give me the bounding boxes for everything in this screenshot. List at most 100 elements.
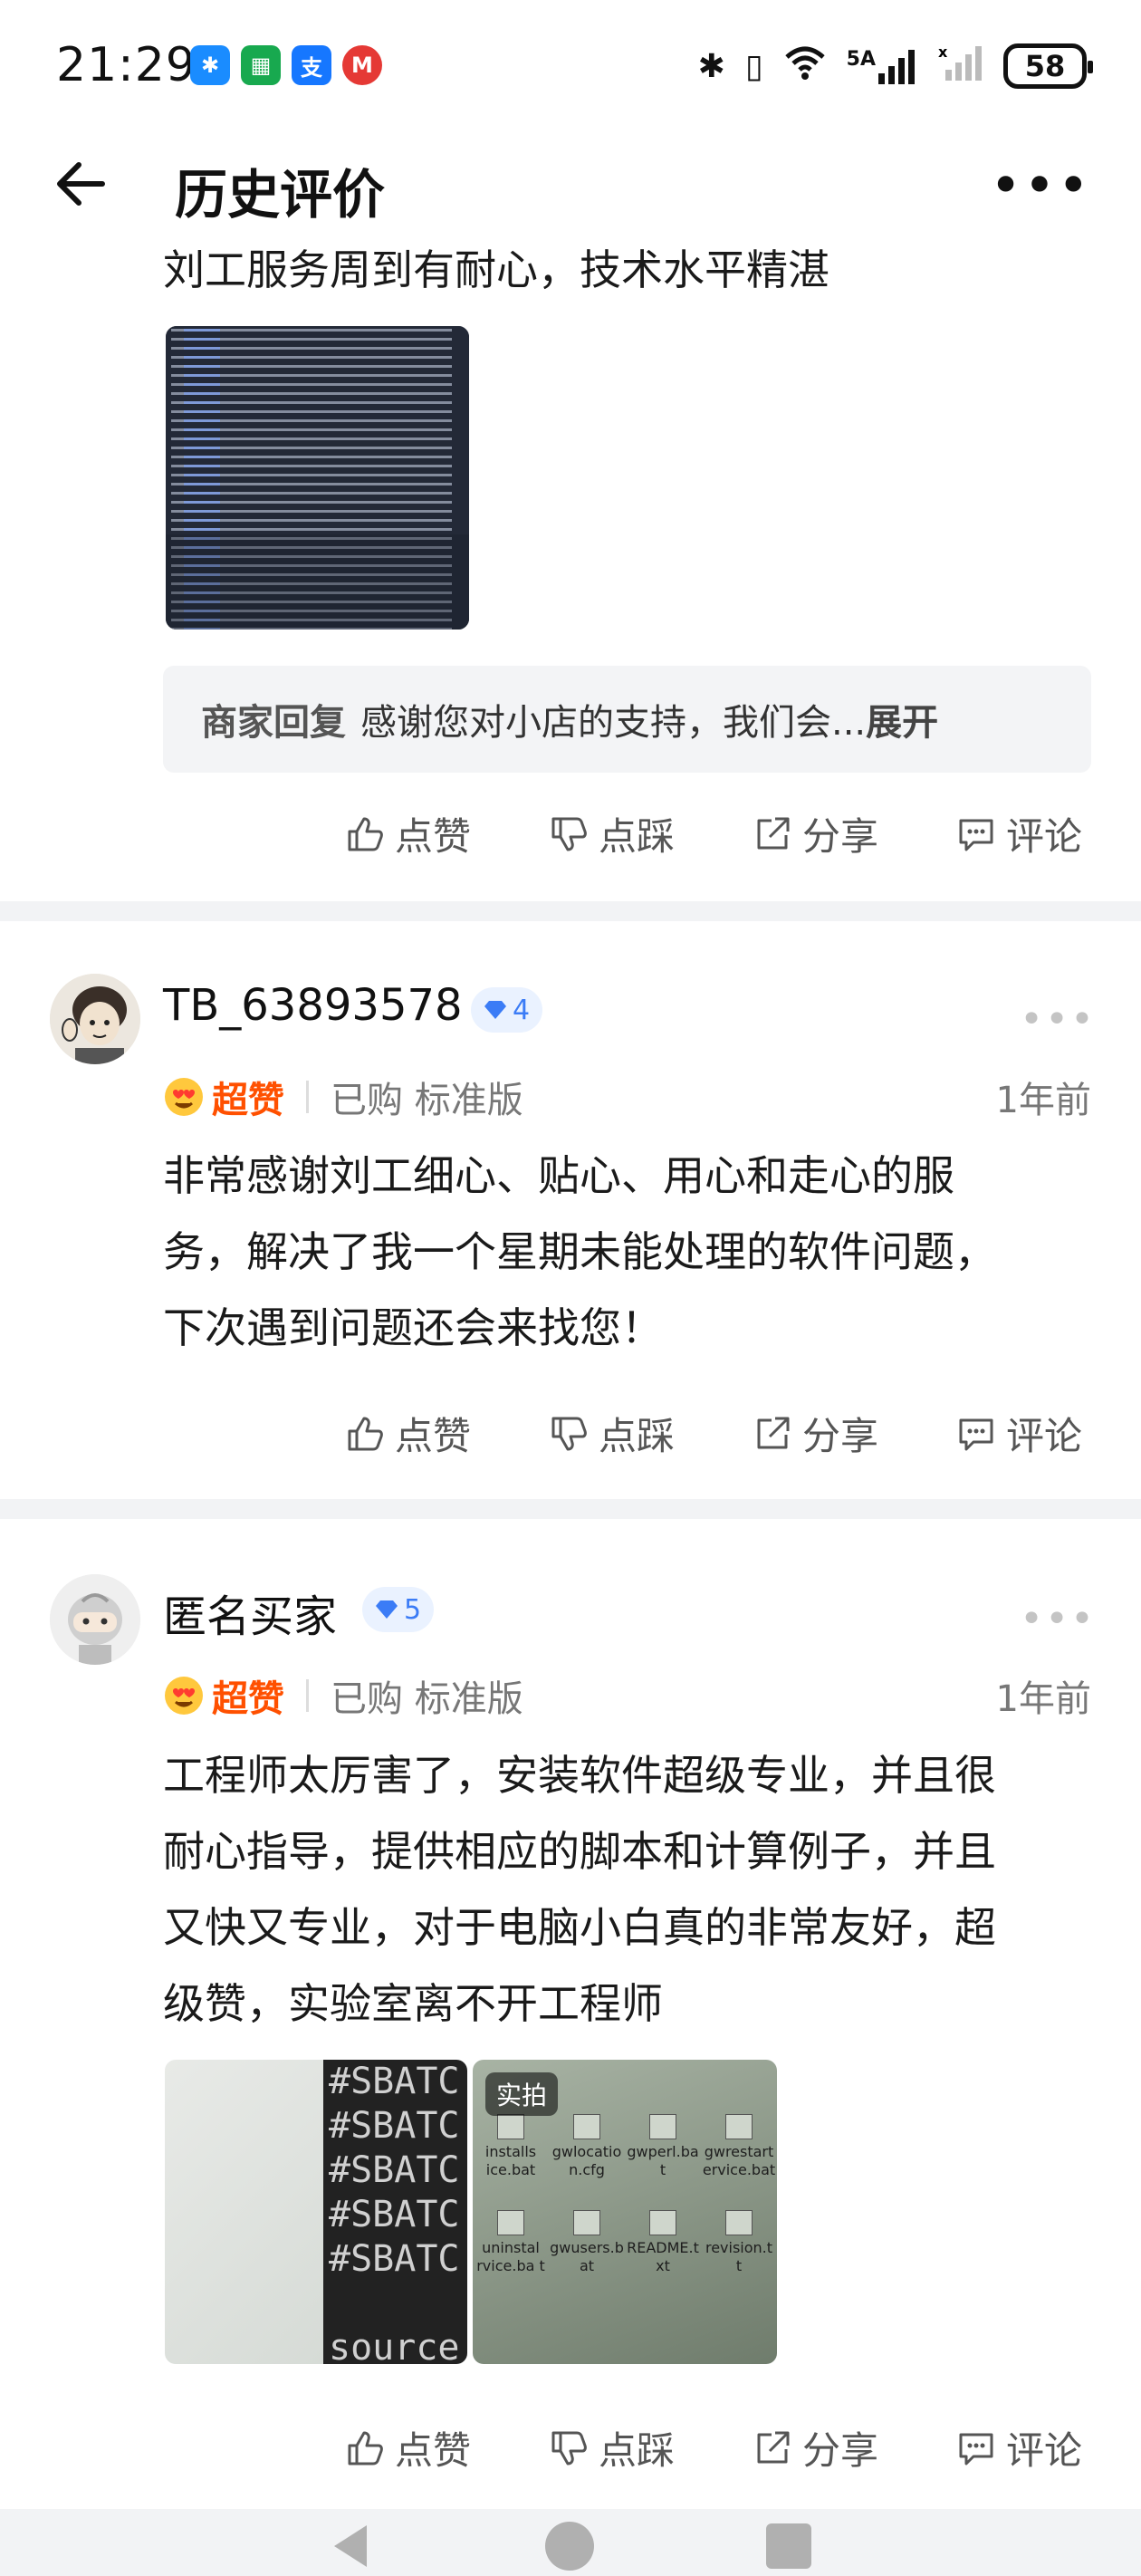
anonymous-avatar-image bbox=[50, 1574, 140, 1665]
review-actions: 点赞 点踩 分享 评论 bbox=[344, 1406, 1141, 1461]
dislike-button[interactable]: 点踩 bbox=[548, 2420, 752, 2475]
terminal-line: source bbox=[329, 2327, 460, 2364]
separator bbox=[306, 1679, 309, 1712]
terminal-line: #SBATC bbox=[329, 2238, 460, 2280]
like-button[interactable]: 点赞 bbox=[344, 1406, 548, 1461]
battery-level: 58 bbox=[1024, 49, 1066, 83]
file-name: uninstal rvice.ba t bbox=[476, 2239, 545, 2274]
comment-button[interactable]: 评论 bbox=[955, 1406, 1141, 1461]
file-icon bbox=[725, 2114, 753, 2139]
notification-icons: ✱ ▦ 支 M bbox=[190, 45, 382, 85]
file-icon bbox=[649, 2210, 676, 2235]
dislike-label: 点踩 bbox=[599, 814, 676, 859]
terminal-text-area: #SBATC #SBATC #SBATC #SBATC #SBATC sourc… bbox=[323, 2060, 467, 2364]
review-line: 下次遇到问题还会来找您！ bbox=[163, 1303, 663, 1352]
rating-label: 超赞 bbox=[212, 1080, 284, 1121]
section-divider bbox=[0, 901, 1141, 921]
section-divider bbox=[0, 1499, 1141, 1519]
purchased-version: 已购 标准版 bbox=[331, 1080, 523, 1121]
bluetooth-icon: ✱ bbox=[697, 47, 725, 85]
share-icon bbox=[757, 817, 790, 849]
file-item: revision.t t bbox=[701, 2210, 777, 2275]
username[interactable]: 匿名买家 bbox=[163, 1581, 337, 1644]
file-name: gwrestart ervice.bat bbox=[702, 2143, 776, 2178]
reply-expand-link[interactable]: 展开 bbox=[866, 693, 938, 745]
review-time: 1年前 bbox=[995, 1678, 1091, 1720]
file-name: installs ice.bat bbox=[484, 2143, 537, 2178]
diamond-icon bbox=[376, 1600, 398, 1619]
review-line: 非常感谢刘工细心、贴心、用心和走心的服 bbox=[163, 1151, 954, 1200]
file-icon bbox=[497, 2114, 524, 2139]
review-photo[interactable] bbox=[166, 326, 469, 630]
merchant-reply[interactable]: 商家回复 感谢您对小店的支持，我们会... 展开 bbox=[163, 666, 1091, 773]
nav-home-button[interactable] bbox=[545, 2522, 594, 2571]
photo-tag: 实拍 bbox=[485, 2072, 559, 2116]
avatar[interactable] bbox=[50, 1574, 140, 1665]
metro-app-icon: M bbox=[342, 45, 382, 85]
file-name: gwlocatio n.cfg bbox=[551, 2143, 622, 2178]
comment-label: 评论 bbox=[1006, 2428, 1083, 2473]
terminal-line: #SBATC bbox=[329, 2194, 460, 2235]
review-more-button[interactable]: ••• bbox=[1020, 996, 1096, 1043]
file-item: gwperl.ba t bbox=[625, 2114, 701, 2179]
dislike-button[interactable]: 点踩 bbox=[548, 806, 752, 861]
thumbs-up-icon bbox=[348, 817, 383, 851]
review-photo[interactable]: #SBATC #SBATC #SBATC #SBATC #SBATC sourc… bbox=[165, 2060, 467, 2364]
thumbs-up-icon bbox=[348, 2431, 383, 2465]
review-photo[interactable]: installs ice.bat gwlocatio n.cfg gwperl.… bbox=[473, 2060, 777, 2364]
cell-signal-icon: 5A bbox=[847, 48, 918, 84]
more-options-button[interactable]: ••• bbox=[990, 159, 1091, 213]
system-nav-bar bbox=[0, 2509, 1141, 2576]
share-button[interactable]: 分享 bbox=[752, 1406, 955, 1461]
svg-text:x: x bbox=[938, 44, 948, 61]
file-icon bbox=[573, 2210, 600, 2235]
dislike-button[interactable]: 点踩 bbox=[548, 1406, 752, 1461]
thumbs-down-icon bbox=[551, 1417, 587, 1450]
comment-button[interactable]: 评论 bbox=[955, 2420, 1141, 2475]
page-title: 历史评价 bbox=[175, 164, 386, 226]
terminal-line: #SBATC bbox=[329, 2061, 460, 2102]
thumbs-down-icon bbox=[551, 817, 587, 851]
level-number: 5 bbox=[404, 1593, 422, 1626]
file-item: gwlocatio n.cfg bbox=[549, 2114, 625, 2179]
file-icon bbox=[725, 2210, 753, 2235]
reply-text: 感谢您对小店的支持，我们会... bbox=[360, 702, 867, 744]
review-line: 级赞，实验室离不开工程师 bbox=[163, 1979, 663, 2028]
rating-row: 超赞 已购 标准版 bbox=[163, 1669, 523, 1722]
nav-back-button[interactable] bbox=[329, 2522, 370, 2574]
level-badge: 5 bbox=[362, 1587, 435, 1632]
rating-row: 超赞 已购 标准版 bbox=[163, 1071, 523, 1123]
reply-label: 商家回复 bbox=[201, 702, 346, 744]
status-time: 21:29 bbox=[56, 38, 197, 92]
file-name: revision.t t bbox=[705, 2239, 773, 2274]
like-label: 点赞 bbox=[395, 814, 472, 859]
purchased-version: 已购 标准版 bbox=[331, 1678, 523, 1720]
like-button[interactable]: 点赞 bbox=[344, 2420, 548, 2475]
file-icon bbox=[497, 2210, 524, 2235]
share-label: 分享 bbox=[802, 1414, 879, 1458]
like-label: 点赞 bbox=[395, 2428, 472, 2473]
comment-label: 评论 bbox=[1006, 814, 1083, 859]
share-button[interactable]: 分享 bbox=[752, 2420, 955, 2475]
review-time: 1年前 bbox=[995, 1080, 1091, 1121]
triangle-back-icon bbox=[334, 2525, 367, 2567]
dislike-label: 点踩 bbox=[599, 1414, 676, 1458]
file-item: README.t xt bbox=[625, 2210, 701, 2275]
avatar[interactable] bbox=[50, 974, 140, 1064]
comment-icon bbox=[959, 819, 993, 851]
nav-recents-button[interactable] bbox=[766, 2523, 811, 2569]
avatar-image bbox=[50, 974, 140, 1064]
username[interactable]: TB_63893578 bbox=[163, 980, 463, 1031]
comment-button[interactable]: 评论 bbox=[955, 806, 1141, 861]
terminal-line: #SBATC bbox=[329, 2105, 460, 2147]
battery-indicator: 58 bbox=[1003, 43, 1093, 89]
thumbs-up-icon bbox=[348, 1417, 383, 1450]
review-line: 务，解决了我一个星期未能处理的软件问题， bbox=[163, 1227, 996, 1276]
like-button[interactable]: 点赞 bbox=[344, 806, 548, 861]
share-label: 分享 bbox=[802, 814, 879, 859]
back-button[interactable] bbox=[50, 152, 113, 216]
system-icons: ✱ ▯ 5A x 58 bbox=[697, 43, 1093, 89]
share-button[interactable]: 分享 bbox=[752, 806, 955, 861]
review-more-button[interactable]: ••• bbox=[1020, 1596, 1096, 1642]
heart-eyes-emoji-icon bbox=[165, 1078, 203, 1116]
